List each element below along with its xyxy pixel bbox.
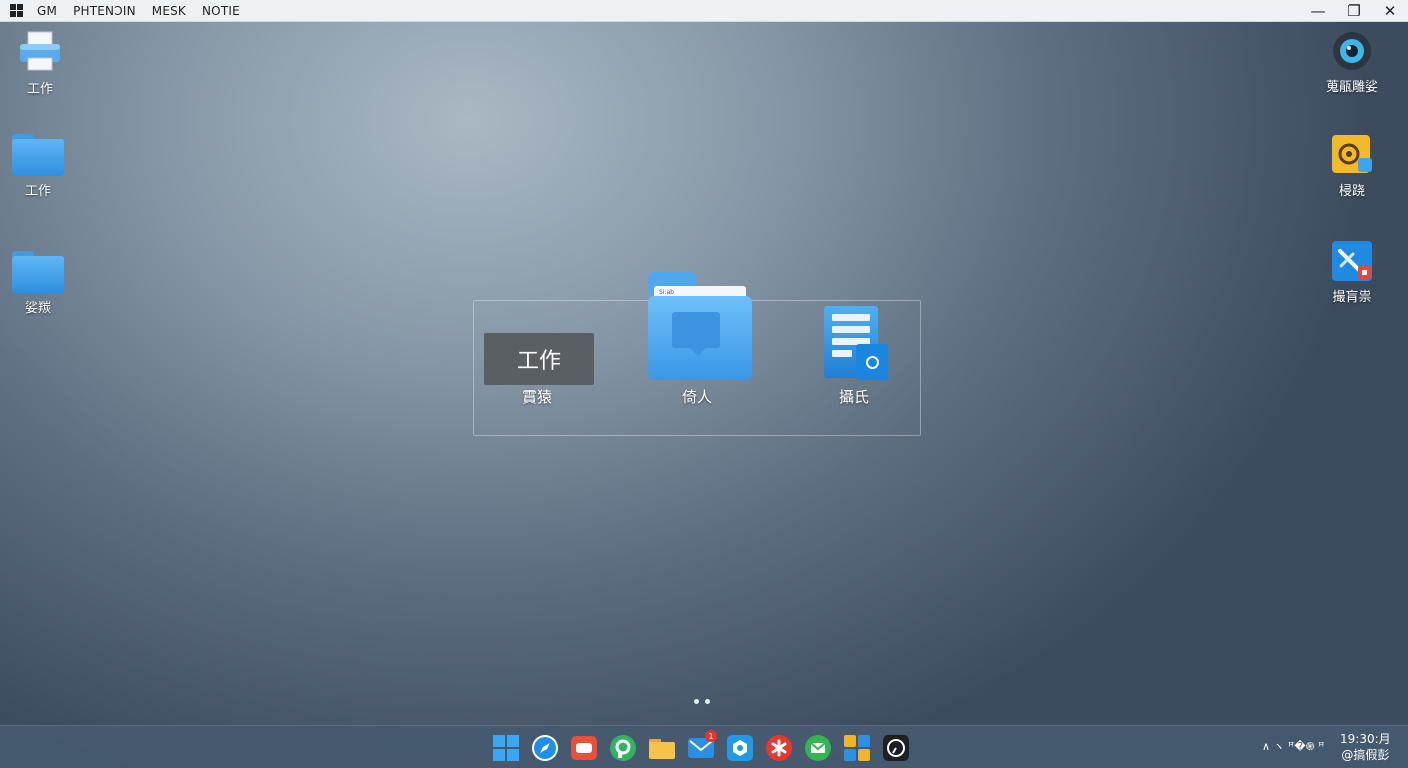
taskbar-clock[interactable]: 19:30:月 @搞假彭 [1340,731,1391,763]
document-search-icon[interactable] [824,306,888,380]
desktop-icon-label: 撮肓祟 [1332,290,1372,305]
desktop-icon-label: 梫跷 [1338,184,1365,199]
top-menu-bar: GM PHTENƆIN MESK NOTIE — ❐ ✕ [0,0,1408,22]
menu-item-phtenain[interactable]: PHTENƆIN [73,4,136,18]
desktop-icon-label: 工作 [24,184,51,199]
group-label-2: 倚人 [682,388,713,406]
mail-icon[interactable]: 1 [685,730,717,763]
page-indicator[interactable] [694,699,710,704]
desktop-icon-label: 工作 [26,82,53,97]
group-label-1: 霣猿 [522,388,553,406]
messages-icon[interactable] [607,733,639,763]
webcam-icon [1333,32,1371,70]
asterisk-app-icon[interactable] [763,733,795,763]
windows-logo-icon[interactable] [10,4,23,17]
safari-compass-icon[interactable] [529,733,561,763]
menu-item-gm[interactable]: GM [37,4,57,18]
folder-icon [12,134,64,176]
window-controls: — ❐ ✕ [1300,0,1408,22]
taskbar-pinned-apps: 1 [490,730,912,763]
desktop-icon-label: 蒐瓹雕娑 [1325,80,1378,95]
tools-icon [1332,241,1372,281]
work-tile-button[interactable]: 工作 [484,333,594,385]
mail-unread-badge: 1 [705,730,717,742]
folder-icon [12,251,64,293]
audio-settings-icon [1332,135,1372,173]
green-mail-icon[interactable] [802,733,834,763]
desktop-icon-folder-work[interactable]: 工作 [0,134,78,199]
menu-item-mesk[interactable]: MESK [152,4,186,18]
widgets-icon[interactable] [841,733,873,763]
chat-app-icon[interactable] [568,733,600,763]
close-button[interactable]: ✕ [1372,0,1408,22]
printer-icon [20,31,60,71]
desktop-icon-audio[interactable]: 梫跷 [1312,134,1392,199]
group-label-3: 攝氏 [839,388,870,406]
clock-date: @搞假彭 [1341,748,1390,762]
desktop-icon-webcam[interactable]: 蒐瓹雕娑 [1312,30,1392,95]
clock-time: 19:30:月 [1340,732,1391,746]
desktop-icon-folder-2[interactable]: 娑羰 [0,251,78,316]
maximize-button[interactable]: ❐ [1336,0,1372,22]
file-explorer-icon[interactable] [646,733,678,763]
large-folder-icon[interactable]: Si:ab [648,272,752,380]
system-tray[interactable]: ∧ ヽ ꟸ�֍ ꟸ [1262,738,1325,754]
clock-app-icon[interactable] [880,733,912,763]
taskbar: 1 ∧ ヽ ꟸ�֍ ꟸ 19:30:月 @搞假彭 [0,725,1408,768]
windows-start-icon[interactable] [490,733,522,763]
store-icon[interactable] [724,733,756,763]
desktop-icon-tools[interactable]: 撮肓祟 [1312,240,1392,305]
magnifier-icon [865,355,879,369]
minimize-button[interactable]: — [1300,0,1336,22]
desktop-icon-printer[interactable]: 工作 [0,30,80,97]
menu-item-notie[interactable]: NOTIE [202,4,240,18]
desktop-icon-label: 娑羰 [24,301,51,316]
